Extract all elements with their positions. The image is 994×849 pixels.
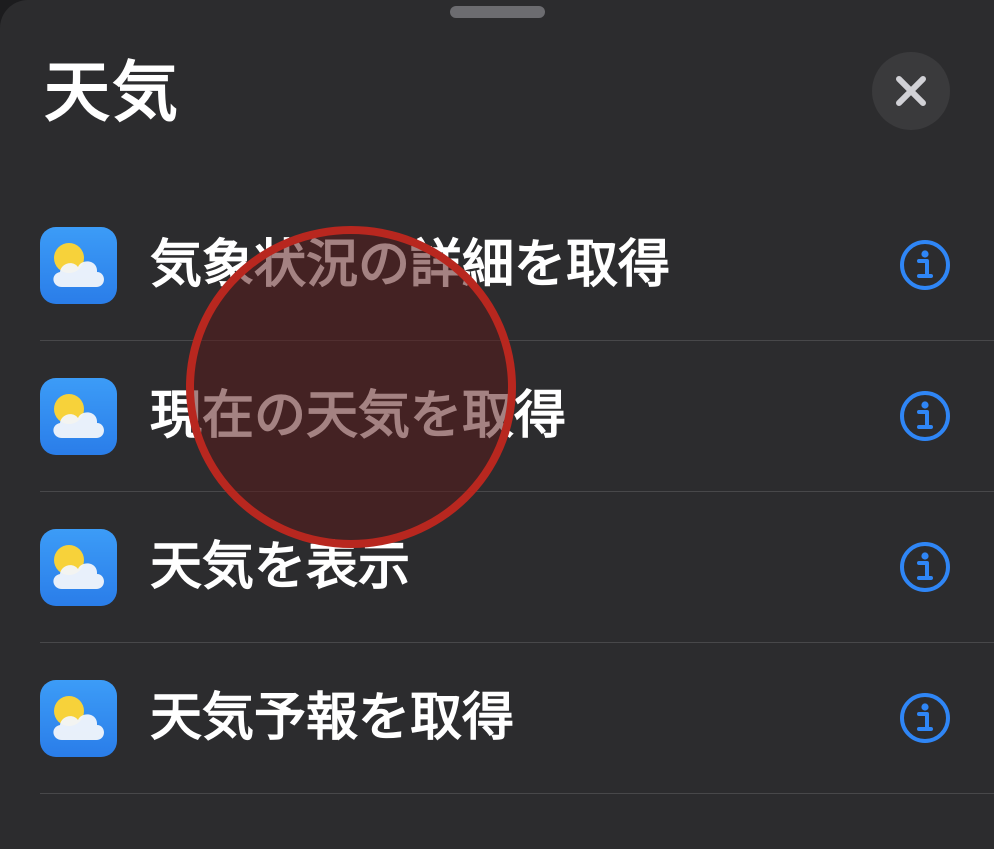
info-icon [900, 240, 950, 290]
weather-app-icon [40, 529, 117, 606]
action-label: 天気予報を取得 [150, 688, 515, 748]
info-icon [900, 693, 950, 743]
info-button[interactable] [898, 238, 952, 292]
close-icon [896, 76, 926, 106]
action-label: 現在の天気を取得 [150, 386, 567, 446]
sheet-title: 天気 [44, 54, 180, 131]
info-button[interactable] [898, 691, 952, 745]
action-label: 天気を表示 [150, 537, 411, 597]
weather-app-icon [40, 227, 117, 304]
action-row-weather-forecast[interactable]: 天気予報を取得 [0, 643, 994, 794]
action-row-show-weather[interactable]: 天気を表示 [0, 492, 994, 643]
action-row-weather-details[interactable]: 気象状況の詳細を取得 [0, 190, 994, 341]
weather-actions-sheet: 天気 気象状況の詳細を取得 現在の天気を取得 天気を表示 天気予報を取得 [0, 0, 994, 849]
action-label: 気象状況の詳細を取得 [150, 235, 671, 295]
info-button[interactable] [898, 540, 952, 594]
info-icon [900, 391, 950, 441]
close-button[interactable] [872, 52, 950, 130]
weather-app-icon [40, 378, 117, 455]
weather-app-icon [40, 680, 117, 757]
info-icon [900, 542, 950, 592]
info-button[interactable] [898, 389, 952, 443]
sheet-grabber[interactable] [450, 6, 545, 18]
row-divider [40, 793, 994, 794]
action-row-current-weather[interactable]: 現在の天気を取得 [0, 341, 994, 492]
